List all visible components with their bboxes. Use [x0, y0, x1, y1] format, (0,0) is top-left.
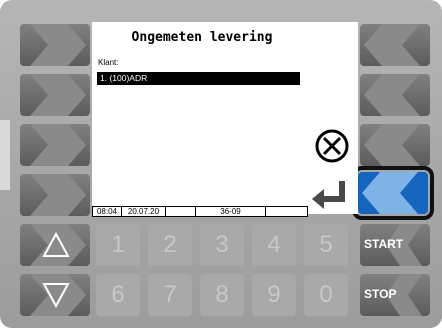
arrow-left-icon: [362, 172, 418, 214]
arrow-right-icon: [30, 174, 86, 216]
status-empty: [166, 207, 196, 216]
right-softkey-3[interactable]: [360, 124, 430, 166]
cancel-x-icon[interactable]: [314, 128, 350, 164]
triangle-up-icon: [30, 224, 86, 266]
right-softkey-4-active[interactable]: [352, 166, 434, 220]
start-label: START: [364, 237, 404, 251]
left-softkey-4[interactable]: [20, 174, 90, 216]
status-code: 36-09: [196, 207, 266, 216]
key-3[interactable]: 3: [200, 224, 244, 266]
arrow-left-icon: [364, 74, 420, 116]
status-time: 08:04: [93, 207, 122, 216]
right-softkey-2[interactable]: [360, 74, 430, 116]
status-bar: 08:04 20.07.20 36-09: [92, 206, 308, 217]
screen-title: Ongemeten levering: [131, 30, 273, 45]
up-button[interactable]: [20, 224, 90, 266]
stop-button[interactable]: STOP: [360, 274, 430, 316]
enter-arrow-icon[interactable]: [310, 177, 350, 211]
left-softkey-1[interactable]: [20, 24, 90, 66]
key-7[interactable]: 7: [148, 274, 192, 316]
arrow-right-icon: [30, 24, 86, 66]
left-softkey-2[interactable]: [20, 74, 90, 116]
key-1[interactable]: 1: [96, 224, 140, 266]
key-0[interactable]: 0: [304, 274, 348, 316]
status-tail: [266, 207, 307, 216]
bezel-shade: [0, 120, 10, 190]
display-screen: Ongemeten levering Klant: 1. (100)ADR 08…: [92, 22, 358, 217]
key-6[interactable]: 6: [96, 274, 140, 316]
key-2[interactable]: 2: [148, 224, 192, 266]
customer-label: Klant:: [98, 58, 119, 67]
start-button[interactable]: START: [360, 224, 430, 266]
customer-selected-row[interactable]: 1. (100)ADR: [97, 72, 300, 85]
arrow-right-icon: [30, 124, 86, 166]
arrow-right-icon: [30, 74, 86, 116]
key-8[interactable]: 8: [200, 274, 244, 316]
key-5[interactable]: 5: [304, 224, 348, 266]
status-date: 20.07.20: [122, 207, 166, 216]
triangle-down-icon: [30, 274, 86, 316]
key-4[interactable]: 4: [252, 224, 296, 266]
down-button[interactable]: [20, 274, 90, 316]
left-softkey-3[interactable]: [20, 124, 90, 166]
arrow-left-icon: [364, 24, 420, 66]
arrow-left-icon: [364, 124, 420, 166]
stop-label: STOP: [364, 287, 397, 301]
key-9[interactable]: 9: [252, 274, 296, 316]
terminal-device: START STOP Ongemeten levering Klant: 1. …: [0, 0, 442, 328]
right-softkey-1[interactable]: [360, 24, 430, 66]
